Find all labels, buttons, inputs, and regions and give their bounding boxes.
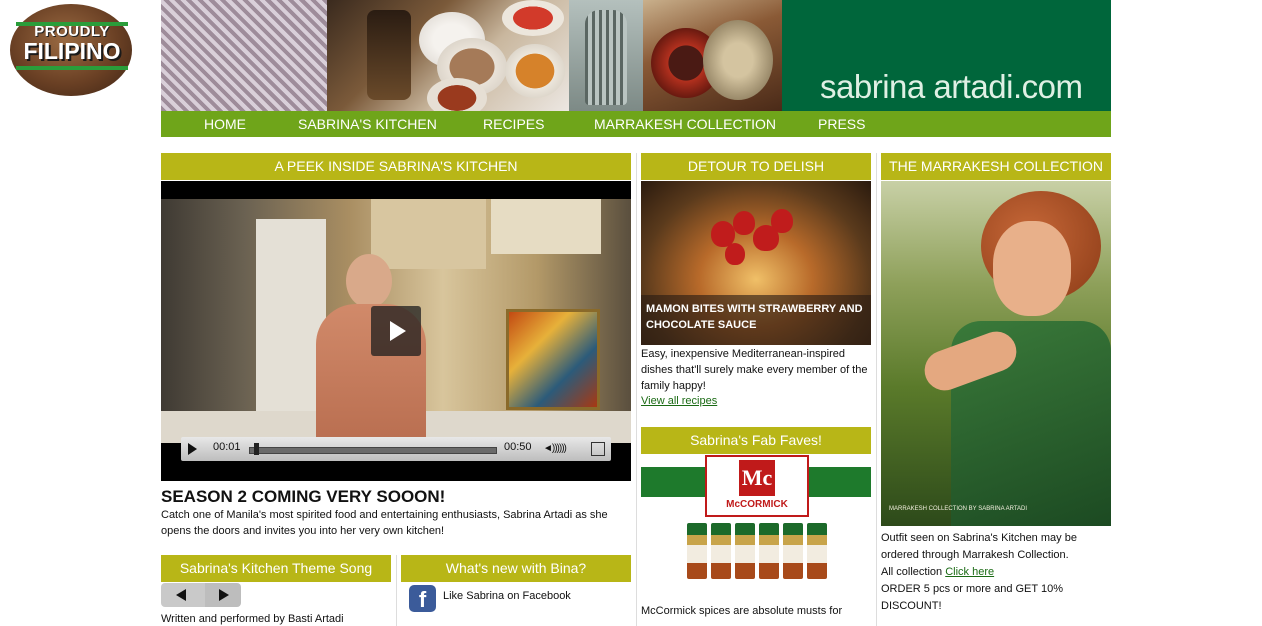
spice-jar — [687, 523, 707, 579]
play-button[interactable] — [205, 583, 241, 607]
banner-photo-spices — [327, 0, 569, 111]
mccormick-logo: Mc McCORMICK — [705, 455, 809, 517]
marrakesh-section-header: THE MARRAKESH COLLECTION — [881, 153, 1111, 180]
strawberry-graphic — [771, 209, 793, 233]
fullscreen-icon[interactable] — [591, 442, 605, 456]
video-seek-handle[interactable] — [253, 443, 259, 455]
photo-face — [993, 221, 1071, 316]
header-banner: sabrina artadi.com — [161, 0, 1111, 111]
facebook-like-link[interactable]: Like Sabrina on Facebook — [443, 590, 571, 602]
video-play-button[interactable] — [371, 306, 421, 356]
fab-faves-description: McCormick spices are absolute musts for — [641, 605, 843, 617]
column-divider — [636, 153, 637, 626]
spice-jar — [711, 523, 731, 579]
spice-jar — [759, 523, 779, 579]
nav-press[interactable]: PRESS — [818, 111, 865, 137]
click-here-link[interactable]: Click here — [945, 566, 994, 578]
volume-icon[interactable]: ◄)))))) — [543, 443, 567, 454]
banner-photo-textile — [161, 0, 327, 111]
nav-sabrinas-kitchen[interactable]: SABRINA'S KITCHEN — [298, 111, 437, 137]
video-scene-cabinet — [491, 199, 601, 254]
recipe-caption-overlay: MAMON BITES WITH STRAWBERRY AND CHOCOLAT… — [641, 295, 871, 345]
video-scene-painting — [506, 309, 600, 410]
banner-photo-pans — [643, 0, 782, 111]
video-duration: 00:50 — [504, 441, 532, 453]
banner-site-name-panel: sabrina artadi.com — [782, 0, 1111, 111]
mccormick-wordmark: McCORMICK — [726, 499, 788, 510]
site-name: sabrina artadi.com — [820, 68, 1083, 105]
marrakesh-text-3: ORDER 5 pcs or more and GET 10% DISCOUNT… — [881, 583, 1063, 612]
marrakesh-text-2-prefix: All collection — [881, 566, 946, 578]
column-divider — [396, 555, 397, 626]
fab-faves-header: Sabrina's Fab Faves! — [641, 427, 871, 454]
logo-text-line2: FILIPINO — [23, 38, 121, 64]
video-controls: 00:01 00:50 ◄)))))) — [181, 437, 611, 461]
marrakesh-description: Outfit seen on Sabrina's Kitchen may be … — [881, 530, 1111, 615]
video-seek-bar[interactable] — [249, 447, 497, 454]
detour-description: Easy, inexpensive Mediterranean-inspired… — [641, 348, 868, 392]
kitchen-section-header: A PEEK INSIDE SABRINA'S KITCHEN — [161, 153, 631, 180]
mccormick-shield: Mc — [739, 460, 775, 496]
spice-jar — [735, 523, 755, 579]
column-divider — [876, 153, 877, 626]
rewind-icon — [176, 589, 186, 601]
spice-jar — [783, 523, 803, 579]
season-headline: SEASON 2 COMING VERY SOOON! — [161, 487, 446, 506]
theme-song-header: Sabrina's Kitchen Theme Song — [161, 555, 391, 582]
photo-caption: MARRAKESH COLLECTION BY SABRINA ARTADI — [889, 506, 1028, 512]
strawberry-graphic — [733, 211, 755, 235]
nav-marrakesh-collection[interactable]: MARRAKESH COLLECTION — [594, 111, 776, 137]
audio-player — [161, 583, 241, 607]
kitchen-description: Catch one of Manila's most spirited food… — [161, 509, 608, 537]
marrakesh-photo[interactable]: MARRAKESH COLLECTION BY SABRINA ARTADI — [881, 181, 1111, 526]
nav-home[interactable]: HOME — [204, 111, 246, 137]
detour-section-header: DETOUR TO DELISH — [641, 153, 871, 180]
theme-song-credit: Written and performed by Basti Artadi — [161, 613, 344, 625]
marrakesh-text-1: Outfit seen on Sabrina's Kitchen may be … — [881, 532, 1077, 561]
play-icon — [390, 321, 406, 341]
spice-jar — [807, 523, 827, 579]
play-icon[interactable] — [188, 443, 197, 455]
facebook-icon[interactable]: f — [409, 585, 436, 612]
main-nav: HOME SABRINA'S KITCHEN RECIPES MARRAKESH… — [161, 111, 1111, 137]
rewind-button[interactable] — [161, 583, 205, 607]
recipe-caption: MAMON BITES WITH STRAWBERRY AND CHOCOLAT… — [646, 303, 863, 331]
nav-recipes[interactable]: RECIPES — [483, 111, 544, 137]
video-current-time: 00:01 — [213, 441, 241, 453]
banner-photo-lantern — [569, 0, 643, 111]
recipe-photo[interactable]: MAMON BITES WITH STRAWBERRY AND CHOCOLAT… — [641, 181, 871, 345]
whats-new-header: What's new with Bina? — [401, 555, 631, 582]
logo-stripe — [16, 66, 128, 70]
mccormick-ad[interactable]: Mc McCORMICK — [641, 455, 871, 588]
view-all-recipes-link[interactable]: View all recipes — [641, 395, 717, 407]
video-player[interactable]: 00:01 00:50 ◄)))))) — [161, 181, 631, 481]
play-icon — [219, 589, 229, 601]
marrakesh-text-2: All collection Click here — [881, 564, 1111, 581]
strawberry-graphic — [725, 243, 745, 265]
proudly-filipino-logo[interactable]: PROUDLY FILIPINO — [8, 2, 136, 98]
